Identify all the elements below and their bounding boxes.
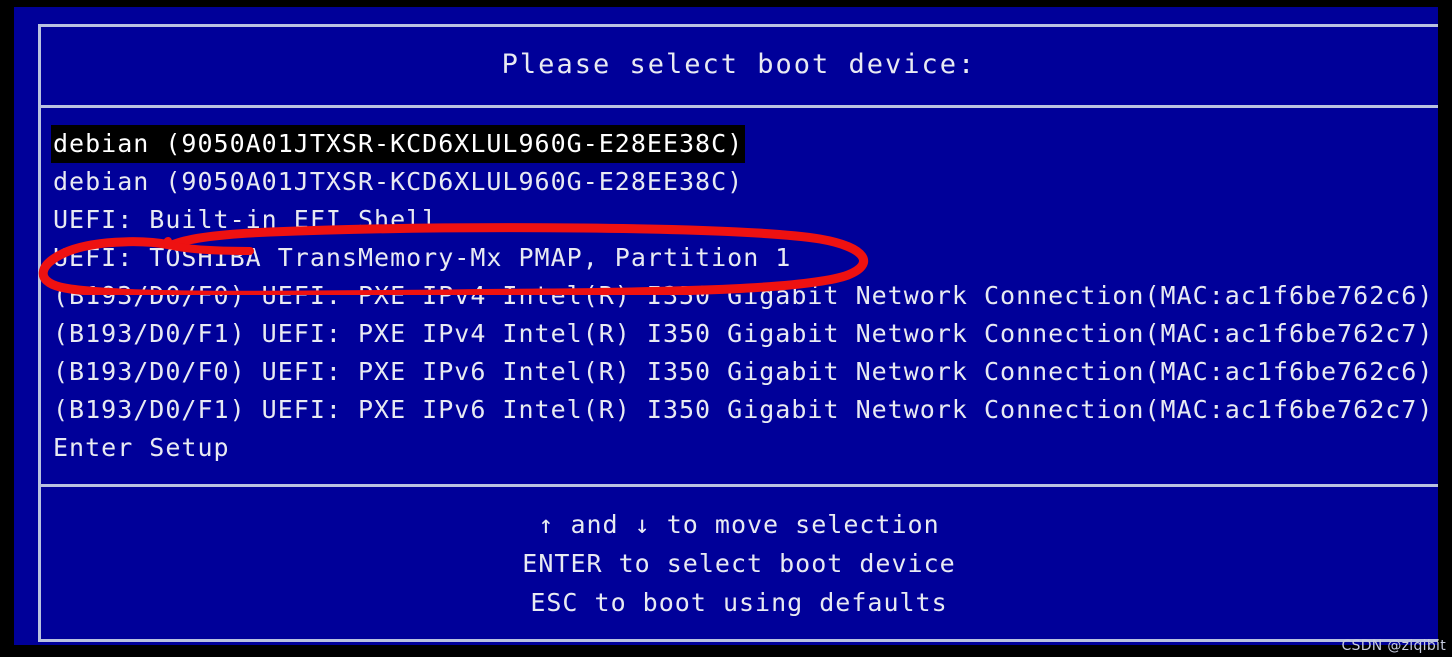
hint-move-selection: ↑ and ↓ to move selection	[538, 510, 940, 539]
boot-menu-screen: Please select boot device: debian (9050A…	[0, 0, 1452, 657]
keyboard-hints: ↑ and ↓ to move selection ENTER to selec…	[40, 505, 1438, 622]
hint-select-device: ENTER to select boot device	[522, 549, 956, 578]
boot-list-item-label: UEFI: TOSHIBA TransMemory-Mx PMAP, Parti…	[53, 243, 792, 272]
boot-list-item-label: debian (9050A01JTXSR-KCD6XLUL960G-E28EE3…	[51, 125, 746, 163]
page-title: Please select boot device:	[501, 49, 977, 80]
boot-list-item-label: Enter Setup	[53, 433, 230, 462]
boot-device-list[interactable]: debian (9050A01JTXSR-KCD6XLUL960G-E28EE3…	[51, 125, 1438, 467]
separator-line-top	[40, 105, 1438, 108]
boot-list-item[interactable]: debian (9050A01JTXSR-KCD6XLUL960G-E28EE3…	[51, 125, 1438, 163]
boot-list-item-label: (B193/D0/F0) UEFI: PXE IPv6 Intel(R) I35…	[53, 357, 1434, 386]
bios-canvas: Please select boot device: debian (9050A…	[14, 7, 1438, 645]
boot-list-item-enter-setup[interactable]: Enter Setup	[51, 429, 1438, 467]
boot-list-item-label: (B193/D0/F1) UEFI: PXE IPv4 Intel(R) I35…	[53, 319, 1434, 348]
boot-list-item-label: UEFI: Built-in EFI Shell	[53, 205, 439, 234]
boot-list-item[interactable]: debian (9050A01JTXSR-KCD6XLUL960G-E28EE3…	[51, 163, 1438, 201]
boot-list-item[interactable]: (B193/D0/F0) UEFI: PXE IPv6 Intel(R) I35…	[51, 353, 1438, 391]
separator-line-bottom	[40, 484, 1438, 487]
boot-list-item[interactable]: (B193/D0/F0) UEFI: PXE IPv4 Intel(R) I35…	[51, 277, 1438, 315]
boot-list-item[interactable]: UEFI: TOSHIBA TransMemory-Mx PMAP, Parti…	[51, 239, 1438, 277]
boot-list-item[interactable]: (B193/D0/F1) UEFI: PXE IPv6 Intel(R) I35…	[51, 391, 1438, 429]
boot-list-item[interactable]: UEFI: Built-in EFI Shell	[51, 201, 1438, 239]
hint-boot-defaults: ESC to boot using defaults	[530, 588, 948, 617]
boot-list-item-label: (B193/D0/F0) UEFI: PXE IPv4 Intel(R) I35…	[53, 281, 1434, 310]
boot-list-item-label: debian (9050A01JTXSR-KCD6XLUL960G-E28EE3…	[53, 167, 744, 196]
watermark-label: CSDN @ziqibit	[1341, 638, 1446, 654]
boot-list-item-label: (B193/D0/F1) UEFI: PXE IPv6 Intel(R) I35…	[53, 395, 1434, 424]
boot-list-item[interactable]: (B193/D0/F1) UEFI: PXE IPv4 Intel(R) I35…	[51, 315, 1438, 353]
